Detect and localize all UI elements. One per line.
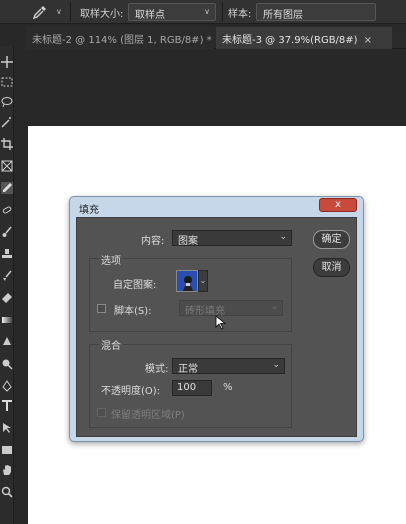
gradient-icon[interactable] [1, 314, 13, 326]
frame-icon[interactable] [1, 160, 13, 172]
content-dropdown[interactable]: 图案 ⌄ [172, 230, 292, 247]
mode-label: 模式: [145, 364, 169, 375]
pattern-thumbnail-icon [177, 271, 197, 291]
tab-label: 未标题-3 @ 37.9%(RGB/8#) [222, 35, 358, 46]
blend-section-title: 混合 [99, 337, 123, 352]
sample-label: 样本: [228, 9, 252, 20]
magic-wand-icon[interactable] [1, 116, 13, 128]
content-label: 内容: [141, 236, 165, 247]
chevron-down-icon: ∨ [204, 7, 210, 16]
stamp-icon[interactable] [1, 248, 13, 260]
sample-size-value: 取样点 [135, 10, 165, 21]
type-icon[interactable] [1, 400, 13, 412]
chevron-down-icon: ⌄ [270, 302, 278, 312]
opacity-label: 不透明度(O): [101, 386, 161, 397]
custom-pattern-label: 自定图案: [113, 280, 157, 291]
opacity-input[interactable]: 100 [172, 380, 212, 396]
options-bar: ∨ 取样大小: 取样点 ∨ 样本: 所有图层 [0, 0, 406, 24]
separator [222, 2, 223, 22]
cancel-button[interactable]: 取消 [313, 258, 350, 277]
tool-preset-chevron-icon[interactable]: ∨ [56, 7, 62, 16]
script-label: 脚本(S): [114, 306, 152, 317]
rectangle-icon[interactable] [1, 444, 13, 456]
tab-untitled-2[interactable]: 未标题-2 @ 114% (图层 1, RGB/8#) *× [26, 27, 226, 49]
healing-icon[interactable] [1, 204, 13, 216]
sample-select[interactable]: 所有图层 [256, 3, 376, 21]
opacity-unit: % [223, 382, 233, 393]
tab-untitled-3[interactable]: 未标题-3 @ 37.9%(RGB/8#) × [216, 27, 392, 49]
sample-value: 所有图层 [263, 10, 303, 21]
eyedropper-icon[interactable] [32, 4, 48, 20]
pattern-picker-chevron-icon[interactable]: ⌄ [198, 270, 208, 292]
document-tab-bar: 未标题-2 @ 114% (图层 1, RGB/8#) *× 未标题-3 @ 3… [26, 27, 406, 49]
eyedropper-tool-icon[interactable] [1, 182, 13, 194]
mouse-cursor-icon [215, 315, 227, 330]
script-checkbox[interactable] [97, 304, 106, 313]
marquee-icon[interactable] [1, 76, 13, 88]
close-icon[interactable]: × [364, 35, 372, 46]
separator [70, 2, 71, 22]
move-icon[interactable] [1, 56, 13, 68]
mode-dropdown[interactable]: 正常 ⌄ [172, 358, 285, 375]
chevron-down-icon: ⌄ [279, 232, 287, 242]
pen-icon[interactable] [1, 380, 13, 392]
sample-size-select[interactable]: 取样点 ∨ [128, 3, 216, 21]
tools-panel [0, 46, 14, 524]
ok-button[interactable]: 确定 [313, 230, 350, 249]
opacity-value: 100 [177, 382, 197, 393]
hand-icon[interactable] [1, 464, 13, 476]
tab-label: 未标题-2 @ 114% (图层 1, RGB/8#) * [32, 35, 212, 46]
crop-icon[interactable] [1, 138, 13, 150]
dodge-icon[interactable] [1, 358, 13, 370]
path-select-icon[interactable] [1, 422, 13, 434]
options-section-title: 选项 [99, 252, 123, 267]
dialog-close-button[interactable]: x [319, 198, 357, 212]
sample-size-label: 取样大小: [80, 9, 124, 20]
mode-value: 正常 [178, 364, 198, 375]
lasso-icon[interactable] [1, 96, 13, 108]
dialog-title: 填充 [79, 205, 99, 216]
brush-icon[interactable] [1, 226, 13, 238]
chevron-down-icon: ⌄ [272, 360, 280, 370]
eraser-icon[interactable] [1, 292, 13, 304]
preserve-transparency-checkbox[interactable] [97, 408, 106, 417]
blur-icon[interactable] [1, 336, 13, 348]
zoom-icon[interactable] [1, 486, 13, 498]
content-value: 图案 [178, 236, 198, 247]
script-dropdown[interactable]: 砖形填充 ⌄ [179, 300, 283, 317]
preserve-transparency-label: 保留透明区域(P) [111, 410, 185, 421]
history-brush-icon[interactable] [1, 270, 13, 282]
pattern-swatch[interactable] [176, 270, 198, 292]
